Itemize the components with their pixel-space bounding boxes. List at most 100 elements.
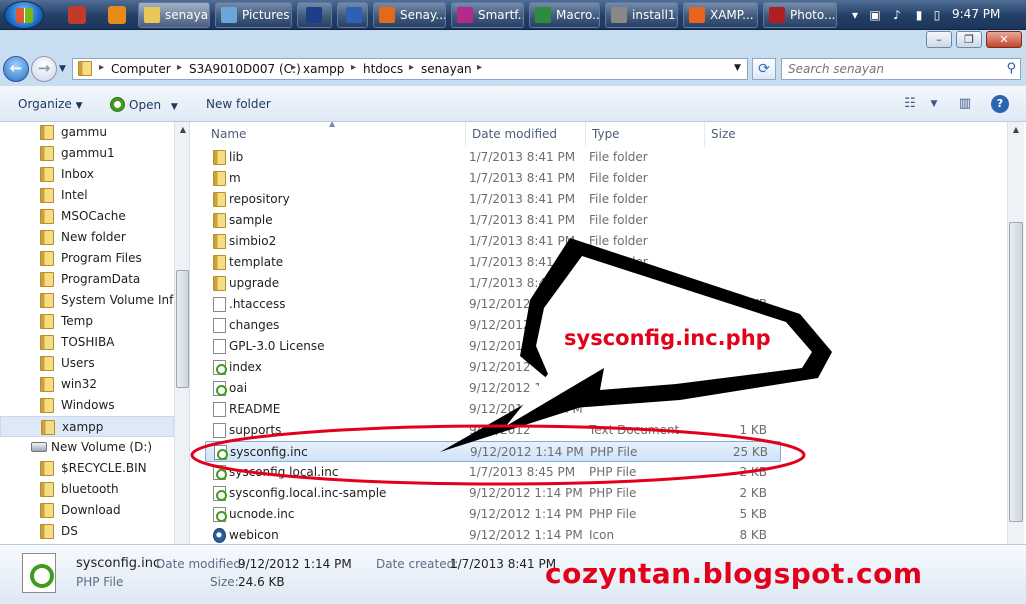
taskbar-button[interactable]: Photo...: [763, 2, 837, 28]
column-header-size[interactable]: Size: [705, 122, 785, 147]
clock[interactable]: 9:47 PM: [952, 7, 1000, 21]
file-list-scroll-thumb[interactable]: [1009, 222, 1023, 522]
breadcrumb-separator-icon[interactable]: ▸: [351, 62, 356, 73]
taskbar-button[interactable]: senayan: [138, 2, 210, 28]
nav-item[interactable]: Users: [0, 353, 174, 374]
close-button[interactable]: ✕: [986, 31, 1022, 48]
file-row[interactable]: webicon 9/12/2012 1:14 PM Icon 8 KB: [205, 525, 781, 544]
nav-item[interactable]: ProgramData: [0, 269, 174, 290]
file-name: GPL-3.0 License: [229, 339, 325, 353]
nav-scroll-thumb[interactable]: [176, 270, 189, 388]
nav-item[interactable]: xampp: [0, 416, 174, 437]
nav-item[interactable]: Intel: [0, 185, 174, 206]
file-row[interactable]: supports 9/12/2012 Text Document 1 KB: [205, 420, 781, 441]
column-header-type[interactable]: Type: [586, 122, 705, 147]
nav-item[interactable]: win32: [0, 374, 174, 395]
nav-scrollbar[interactable]: ▲: [174, 122, 189, 544]
nav-item[interactable]: Program Files: [0, 248, 174, 269]
taskbar-button[interactable]: Macro...: [529, 2, 600, 28]
taskbar-button[interactable]: Senay...: [373, 2, 446, 28]
chevron-down-icon[interactable]: ▼: [925, 95, 943, 113]
folder-icon: [213, 150, 226, 165]
taskbar-button[interactable]: Smartf...: [451, 2, 524, 28]
file-row[interactable]: sysconfig.local.inc 1/7/2013 8:45 PM PHP F…: [205, 462, 781, 483]
help-icon[interactable]: ?: [991, 95, 1009, 113]
taskbar-button[interactable]: install1...: [605, 2, 678, 28]
nav-item[interactable]: New Volume (D:): [0, 437, 174, 458]
nav-item[interactable]: Download: [0, 500, 174, 521]
taskbar-button[interactable]: [337, 2, 368, 28]
organize-button[interactable]: Organize ▼: [18, 97, 83, 111]
view-options-icon[interactable]: ☷: [901, 95, 919, 113]
scroll-up-icon[interactable]: ▲: [175, 122, 189, 138]
file-row[interactable]: sysconfig.inc 9/12/2012 1:14 PM PHP File 25…: [205, 441, 781, 462]
file-row[interactable]: template 1/7/2013 8:41 PM File folder: [205, 252, 781, 273]
address-bar[interactable]: ▸ Computer ▸ S3A9010D007 (C:) ▸ xampp ▸ …: [72, 58, 748, 80]
taskbar-button[interactable]: [297, 2, 332, 28]
forward-button[interactable]: →: [31, 56, 57, 82]
nav-item[interactable]: $RECYCLE.BIN: [0, 458, 174, 479]
file-row[interactable]: oai 9/12/2012 1:14 PM: [205, 378, 781, 399]
breadcrumb-htdocs[interactable]: htdocs: [363, 62, 403, 76]
file-row[interactable]: upgrade 1/7/2013 8:41 PM File folder: [205, 273, 781, 294]
file-row[interactable]: index 9/12/2012: [205, 357, 781, 378]
file-list-scrollbar[interactable]: ▲: [1007, 122, 1024, 544]
breadcrumb-separator-icon[interactable]: ▸: [409, 62, 414, 73]
network-icon[interactable]: ▮: [912, 7, 926, 23]
column-header-name[interactable]: Name: [205, 122, 466, 147]
breadcrumb-separator-icon[interactable]: ▸: [177, 62, 182, 73]
address-dropdown-icon[interactable]: ▼: [734, 63, 741, 73]
breadcrumb-senayan[interactable]: senayan: [421, 62, 472, 76]
nav-item[interactable]: TOSHIBA: [0, 332, 174, 353]
tray-chevron-icon[interactable]: ▾: [848, 7, 862, 23]
nav-item[interactable]: gammu: [0, 122, 174, 143]
nav-item[interactable]: System Volume Infor: [0, 290, 174, 311]
breadcrumb-separator-icon[interactable]: ▸: [99, 62, 104, 73]
nav-item[interactable]: New folder: [0, 227, 174, 248]
file-row[interactable]: README 9/12/2012 1:14 PM: [205, 399, 781, 420]
nav-item[interactable]: Windows: [0, 395, 174, 416]
volume-icon[interactable]: ♪: [890, 7, 904, 23]
battery-icon[interactable]: ▯: [930, 7, 944, 23]
nav-item[interactable]: Temp: [0, 311, 174, 332]
scroll-up-icon[interactable]: ▲: [1008, 122, 1024, 138]
file-row[interactable]: lib 1/7/2013 8:41 PM File folder: [205, 147, 781, 168]
tray-device-icon[interactable]: ▣: [868, 7, 882, 23]
taskbar-button[interactable]: Pictures: [215, 2, 292, 28]
preview-pane-icon[interactable]: ▥: [956, 95, 974, 113]
open-button[interactable]: Open ▼: [110, 97, 178, 112]
minimize-button[interactable]: –: [926, 31, 952, 48]
search-input[interactable]: [788, 59, 998, 79]
nav-item[interactable]: MSOCache: [0, 206, 174, 227]
drive-icon: [31, 442, 47, 452]
back-button[interactable]: ←: [3, 56, 29, 82]
file-row[interactable]: simbio2 1/7/2013 8:41 PM File folder: [205, 231, 781, 252]
recent-pages-chevron-icon[interactable]: ▼: [59, 64, 66, 74]
quicklaunch-media-icon[interactable]: [68, 6, 86, 24]
column-header-date[interactable]: Date modified: [466, 122, 586, 147]
search-box[interactable]: ⚲: [781, 58, 1021, 80]
file-row[interactable]: .htaccess 9/12/2012 1:14 KB: [205, 294, 781, 315]
search-icon[interactable]: ⚲: [1006, 61, 1016, 76]
nav-item[interactable]: DS: [0, 521, 174, 542]
breadcrumb-separator-icon[interactable]: ▸: [477, 62, 482, 73]
nav-item[interactable]: Inbox: [0, 164, 174, 185]
taskbar-button[interactable]: XAMP...: [683, 2, 758, 28]
new-folder-button[interactable]: New folder: [206, 97, 271, 111]
file-row[interactable]: ucnode.inc 9/12/2012 1:14 PM PHP File 5 KB: [205, 504, 781, 525]
breadcrumb-separator-icon[interactable]: ▸: [291, 62, 296, 73]
file-row[interactable]: m 1/7/2013 8:41 PM File folder: [205, 168, 781, 189]
restore-button[interactable]: ❐: [956, 31, 982, 48]
firefox-icon: [379, 7, 395, 23]
nav-item[interactable]: bluetooth: [0, 479, 174, 500]
nav-item[interactable]: gammu1: [0, 143, 174, 164]
breadcrumb-drive[interactable]: S3A9010D007 (C:): [189, 62, 301, 76]
quicklaunch-player-icon[interactable]: [108, 6, 126, 24]
start-button[interactable]: [4, 1, 44, 29]
refresh-button[interactable]: ⟳: [752, 58, 776, 80]
breadcrumb-computer[interactable]: Computer: [111, 62, 171, 76]
file-row[interactable]: repository 1/7/2013 8:41 PM File folder: [205, 189, 781, 210]
file-row[interactable]: sysconfig.local.inc-sample 9/12/2012 1:14…: [205, 483, 781, 504]
breadcrumb-xampp[interactable]: xampp: [303, 62, 344, 76]
file-row[interactable]: sample 1/7/2013 8:41 PM File folder: [205, 210, 781, 231]
